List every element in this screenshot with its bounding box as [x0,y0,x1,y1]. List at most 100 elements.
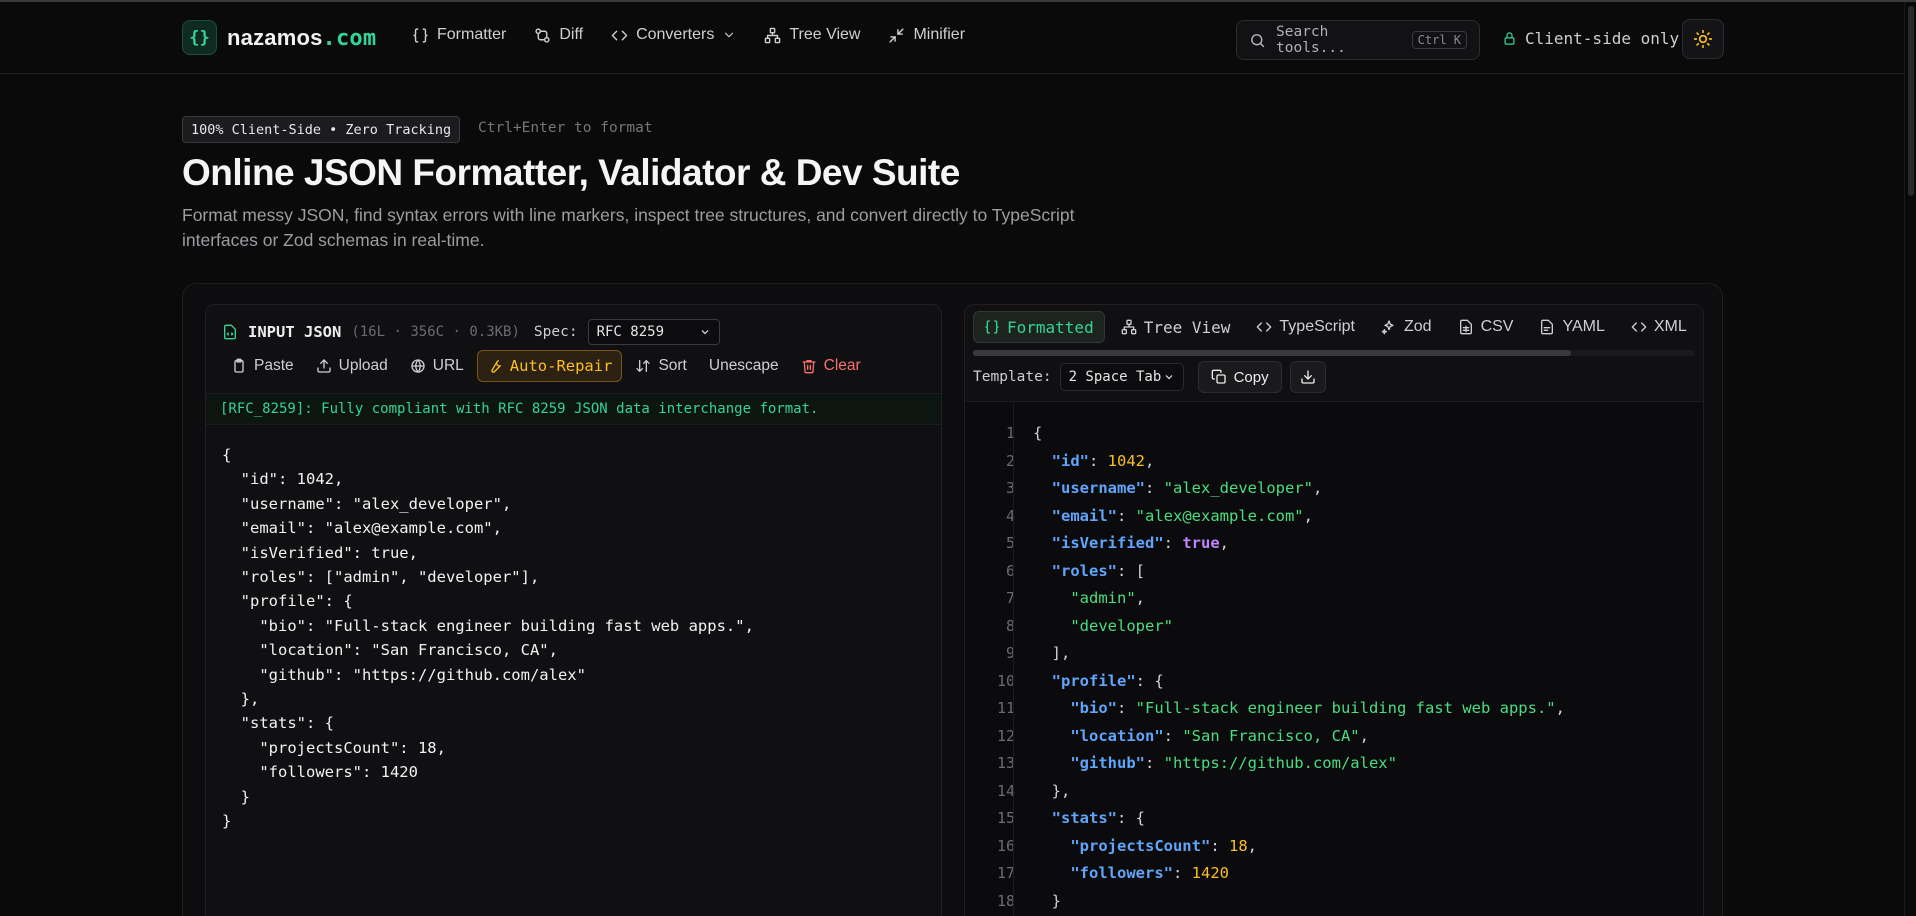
download-icon [1300,370,1315,384]
nav-tree-view-label: Tree View [789,26,861,43]
tabs-scrollbar-thumb[interactable] [973,350,1571,356]
tab-typescript-label: TypeScript [1279,318,1355,335]
sort-icon [636,360,651,372]
line-number: 7 [1005,589,1015,607]
nav-minifier-label: Minifier [913,26,966,43]
formatted-code: { "id": 1042, "username": "alex_develope… [1033,424,1565,910]
template-select[interactable]: 2 Space Tab [1059,363,1184,391]
line-number-gutter: 1 2 3 4 5 6 7 8 9 10 11 12 13 14 15 16 1… [965,420,1015,915]
output-toolbar: Template: 2 Space Tab Copy [973,361,1326,393]
template-label: Template: [973,369,1052,385]
file-spreadsheet-icon [1459,319,1472,335]
json-string: "alex@example.com" [1135,506,1304,525]
tab-xml[interactable]: XML [1621,311,1697,343]
clear-button[interactable]: Clear [792,350,870,382]
tabs-scrollbar[interactable] [973,350,1695,356]
nav-minifier[interactable]: Minifier [888,26,965,44]
tab-zod[interactable]: Zod [1371,311,1442,343]
upload-button[interactable]: Upload [307,350,397,382]
nav-tree-view[interactable]: Tree View [764,26,860,44]
json-string: "admin" [1070,589,1136,607]
file-code-icon [224,324,236,340]
logo[interactable]: {} nazamos.com [182,20,376,55]
formatted-output[interactable]: 1 2 3 4 5 6 7 8 9 10 11 12 13 14 15 16 1… [965,401,1703,916]
tree-icon [765,27,781,43]
json-key: "isVerified" [1051,534,1164,552]
json-string: "developer" [1070,616,1173,635]
sun-icon [1693,29,1713,49]
line-number: 9 [1005,644,1015,662]
copy-button[interactable]: Copy [1197,361,1282,393]
line-number: 6 [1005,561,1015,580]
line-number: 10 [996,671,1015,690]
line-number: 5 [1005,534,1015,552]
json-key: "bio" [1070,699,1117,717]
template-value: 2 Space Tab [1068,369,1162,385]
auto-repair-button[interactable]: Auto-Repair [476,350,623,382]
spec-label: Spec: [533,324,578,340]
nav-diff[interactable]: Diff [534,26,583,44]
chevron-down-icon [701,330,708,335]
line-number: 4 [1005,506,1015,525]
logo-tld: .com [322,25,377,51]
output-tabs: Formatted Tree View TypeScript Zod CSV Y… [973,311,1697,343]
privacy-badge: 100% Client-Side • Zero Tracking [182,116,461,143]
upload-icon [316,359,331,373]
logo-text: nazamos.com [227,25,376,51]
json-string: "Full-stack engineer building fast web a… [1135,699,1556,717]
theme-toggle-button[interactable] [1682,19,1724,59]
globe-icon [411,359,425,373]
page-scrollbar[interactable] [1904,2,1916,916]
client-only-indicator: Client-side only [1502,29,1679,48]
line-number: 3 [1005,479,1015,497]
spec-select[interactable]: RFC 8259 [587,319,720,345]
json-key: "stats" [1051,809,1117,827]
auto-repair-label: Auto-Repair [509,357,613,375]
gutter-divider [1013,402,1014,916]
workspace: INPUT JSON (16L · 356C · 0.3KB) Spec: RF… [182,283,1723,916]
search-shortcut: Ctrl K [1411,31,1467,49]
tab-yaml-label: YAML [1562,318,1605,335]
line-number: 11 [996,699,1015,717]
json-boolean: true [1182,534,1220,552]
tab-csv[interactable]: CSV [1448,311,1524,343]
json-key: "followers" [1070,864,1173,882]
page-scrollbar-thumb[interactable] [1908,6,1914,196]
json-key: "profile" [1051,671,1136,690]
tab-tree-view-label: Tree View [1143,317,1231,337]
input-panel-title: INPUT JSON [248,323,342,341]
spec-value: RFC 8259 [596,324,664,340]
trash-icon [802,360,816,374]
json-key: "projectsCount" [1070,836,1211,855]
nav-converters-label: Converters [636,26,715,43]
tree-icon [1121,319,1137,335]
page-subtitle: Format messy JSON, find syntax errors wi… [182,205,1075,250]
nav-converters[interactable]: Converters [611,26,736,44]
line-number: 18 [996,891,1015,910]
paste-button[interactable]: Paste [222,350,303,382]
braces-icon [413,27,428,43]
line-number: 2 [1005,451,1015,470]
json-key: "github" [1070,754,1145,772]
sort-button[interactable]: Sort [626,350,695,382]
sparkles-icon [1381,320,1394,335]
search-tools-button[interactable]: Search tools... Ctrl K [1236,20,1480,60]
braces-icon [985,320,999,334]
url-label: URL [432,357,464,374]
download-button[interactable] [1289,361,1326,393]
json-number: 1042 [1107,451,1145,470]
line-number: 17 [996,864,1015,882]
unescape-button[interactable]: Unescape [700,350,788,382]
code-icon [611,30,628,40]
tab-yaml[interactable]: YAML [1529,311,1614,343]
tab-typescript[interactable]: TypeScript [1246,311,1365,343]
tab-formatted[interactable]: Formatted [973,311,1105,343]
sort-label: Sort [658,357,687,374]
logo-name: nazamos [227,24,323,50]
json-string: "San Francisco, CA" [1182,726,1360,745]
tab-tree-view[interactable]: Tree View [1111,311,1241,343]
json-input-editor[interactable]: { "id": 1042, "username": "alex_develope… [222,443,754,834]
paste-label: Paste [254,357,294,374]
url-button[interactable]: URL [401,350,473,382]
nav-formatter[interactable]: Formatter [412,26,506,44]
